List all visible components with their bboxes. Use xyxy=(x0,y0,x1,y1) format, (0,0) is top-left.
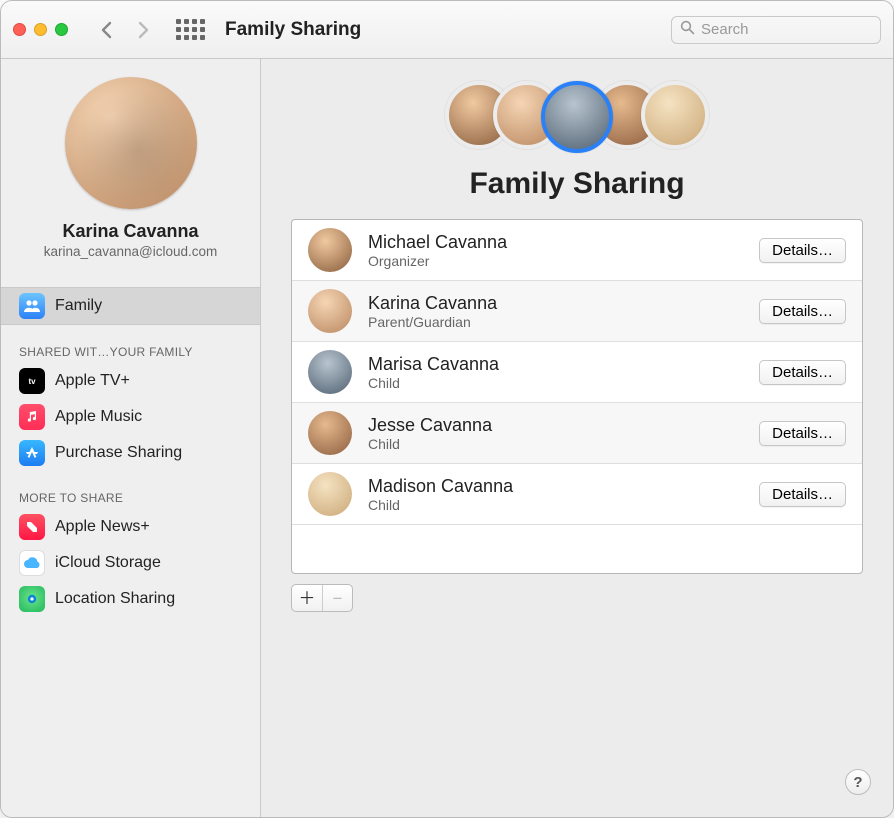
sidebar-item-location-sharing[interactable]: Location Sharing xyxy=(1,581,260,617)
sidebar: Karina Cavanna karina_cavanna@icloud.com… xyxy=(1,59,261,817)
account-avatar[interactable] xyxy=(65,77,197,209)
location-icon xyxy=(19,586,45,612)
window-controls xyxy=(13,23,78,36)
sidebar-item-apple-tv[interactable]: tv Apple TV+ xyxy=(1,363,260,399)
sidebar-item-apple-news[interactable]: Apple News+ xyxy=(1,509,260,545)
family-member-row[interactable]: Karina Cavanna Parent/Guardian Details… xyxy=(292,281,862,342)
family-icon xyxy=(19,293,45,319)
sidebar-item-icloud-storage[interactable]: iCloud Storage xyxy=(1,545,260,581)
family-member-row[interactable]: Michael Cavanna Organizer Details… xyxy=(292,220,862,281)
family-hero: Family Sharing xyxy=(291,81,863,201)
member-name: Jesse Cavanna xyxy=(368,415,743,436)
close-window-button[interactable] xyxy=(13,23,26,36)
stack-avatar xyxy=(641,81,709,149)
back-button[interactable] xyxy=(100,20,114,40)
sidebar-item-label: Location Sharing xyxy=(55,590,175,608)
toolbar: Family Sharing Search xyxy=(1,1,893,59)
member-list-controls: ＋ − xyxy=(291,584,353,612)
details-button[interactable]: Details… xyxy=(759,360,846,385)
sidebar-header-more: MORE TO SHARE xyxy=(1,485,260,509)
details-button[interactable]: Details… xyxy=(759,421,846,446)
apple-music-icon xyxy=(19,404,45,430)
main-content: Family Sharing Michael Cavanna Organizer… xyxy=(261,59,893,817)
icloud-icon xyxy=(19,550,45,576)
account-email: karina_cavanna@icloud.com xyxy=(44,244,218,259)
sidebar-item-purchase-sharing[interactable]: Purchase Sharing xyxy=(1,435,260,471)
member-avatar xyxy=(308,411,352,455)
member-avatar xyxy=(308,472,352,516)
member-role: Organizer xyxy=(368,253,743,269)
member-role: Child xyxy=(368,436,743,452)
sidebar-item-label: Apple TV+ xyxy=(55,372,130,390)
help-button[interactable]: ? xyxy=(845,769,871,795)
sidebar-item-label: Family xyxy=(55,297,102,315)
account-profile: Karina Cavanna karina_cavanna@icloud.com xyxy=(1,59,260,273)
family-member-row[interactable]: Madison Cavanna Child Details… xyxy=(292,464,862,525)
sidebar-item-label: Apple Music xyxy=(55,408,142,426)
apple-news-icon xyxy=(19,514,45,540)
show-all-icon[interactable] xyxy=(172,19,209,40)
family-member-row[interactable]: Marisa Cavanna Child Details… xyxy=(292,342,862,403)
family-avatar-stack xyxy=(445,81,709,153)
search-icon xyxy=(680,20,695,39)
account-name: Karina Cavanna xyxy=(62,221,198,242)
app-store-icon xyxy=(19,440,45,466)
search-placeholder: Search xyxy=(701,21,749,38)
window-title: Family Sharing xyxy=(221,19,361,41)
search-field[interactable]: Search xyxy=(671,16,881,44)
zoom-window-button[interactable] xyxy=(55,23,68,36)
sidebar-item-label: Purchase Sharing xyxy=(55,444,182,462)
details-button[interactable]: Details… xyxy=(759,299,846,324)
nav-arrows xyxy=(90,20,160,40)
sidebar-item-family[interactable]: Family xyxy=(1,287,260,325)
sidebar-item-label: Apple News+ xyxy=(55,518,150,536)
apple-tv-icon: tv xyxy=(19,368,45,394)
member-role: Child xyxy=(368,375,743,391)
family-member-row[interactable]: Jesse Cavanna Child Details… xyxy=(292,403,862,464)
member-avatar xyxy=(308,289,352,333)
member-name: Michael Cavanna xyxy=(368,232,743,253)
details-button[interactable]: Details… xyxy=(759,482,846,507)
forward-button[interactable] xyxy=(136,20,150,40)
add-member-button[interactable]: ＋ xyxy=(292,585,322,611)
hero-title: Family Sharing xyxy=(469,167,684,201)
family-member-list: Michael Cavanna Organizer Details… Karin… xyxy=(291,219,863,574)
minimize-window-button[interactable] xyxy=(34,23,47,36)
member-avatar xyxy=(308,350,352,394)
member-name: Madison Cavanna xyxy=(368,476,743,497)
sidebar-item-apple-music[interactable]: Apple Music xyxy=(1,399,260,435)
preferences-window: Family Sharing Search Karina Cavanna kar… xyxy=(0,0,894,818)
member-role: Parent/Guardian xyxy=(368,314,743,330)
stack-avatar xyxy=(541,81,613,153)
member-avatar xyxy=(308,228,352,272)
details-button[interactable]: Details… xyxy=(759,238,846,263)
member-name: Marisa Cavanna xyxy=(368,354,743,375)
member-name: Karina Cavanna xyxy=(368,293,743,314)
svg-text:tv: tv xyxy=(28,377,36,386)
list-empty-space xyxy=(292,525,862,573)
remove-member-button[interactable]: − xyxy=(322,585,352,611)
sidebar-item-label: iCloud Storage xyxy=(55,554,161,572)
member-role: Child xyxy=(368,497,743,513)
sidebar-header-shared: SHARED WIT…YOUR FAMILY xyxy=(1,339,260,363)
